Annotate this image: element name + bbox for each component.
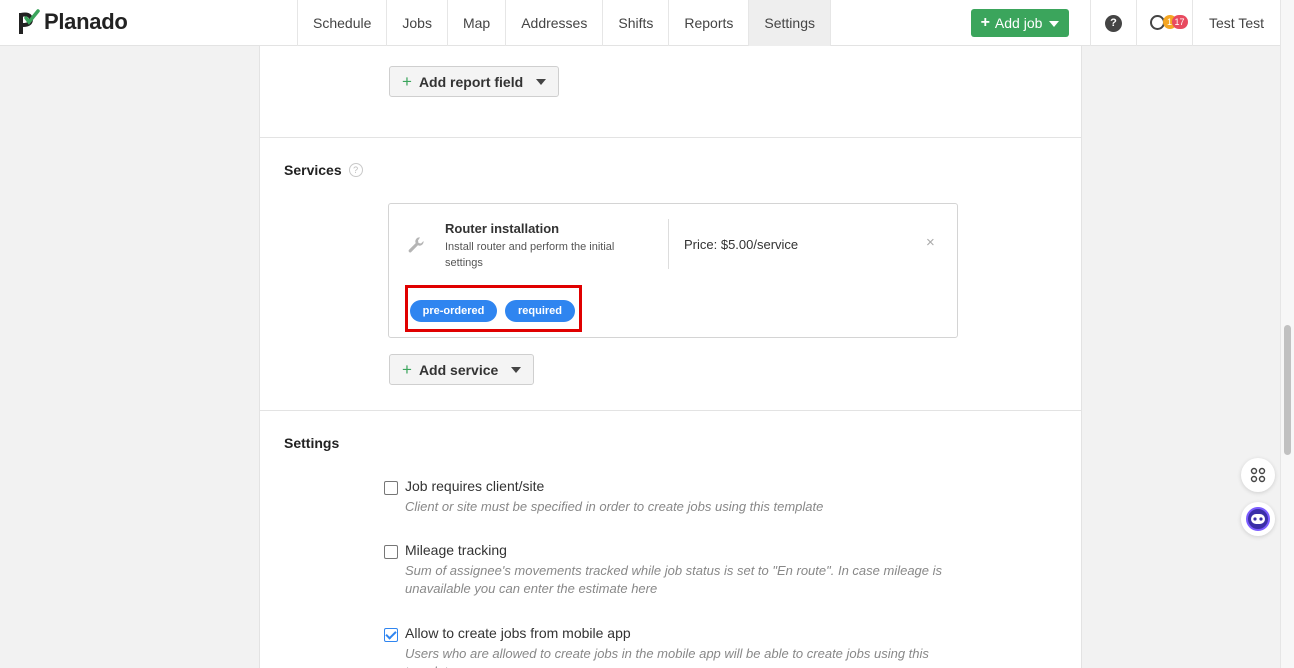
scrollbar-thumb[interactable] xyxy=(1284,325,1291,455)
service-card: Router installation Install router and p… xyxy=(388,203,958,338)
nav-item-jobs[interactable]: Jobs xyxy=(386,0,447,46)
notification-badge-red: 17 xyxy=(1171,15,1188,29)
logo-text: Planado xyxy=(44,9,128,34)
nav-item-settings[interactable]: Settings xyxy=(748,0,831,46)
nav-item-reports[interactable]: Reports xyxy=(668,0,748,46)
help-icon[interactable]: ? xyxy=(348,163,363,177)
services-title: Services xyxy=(284,162,342,178)
plus-icon: + xyxy=(980,14,990,31)
settings-section-title: Settings xyxy=(284,435,339,451)
chat-bot-icon xyxy=(1246,507,1270,531)
service-name: Router installation xyxy=(445,221,560,236)
mileage-tracking-checkbox[interactable] xyxy=(384,545,398,559)
section-divider xyxy=(260,137,1081,138)
add-report-field-button[interactable]: + Add report field xyxy=(389,66,560,97)
nav-item-map[interactable]: Map xyxy=(446,0,505,46)
caret-down-icon xyxy=(536,78,547,85)
caret-down-icon xyxy=(1049,21,1060,27)
tag-required[interactable]: required xyxy=(505,300,575,322)
service-description: Install router and perform the initial s… xyxy=(445,241,615,269)
option-label: Job requires client/site xyxy=(405,478,545,494)
option-hint: Users who are allowed to create jobs in … xyxy=(405,646,929,668)
caret-down-icon xyxy=(511,366,522,373)
plus-icon: + xyxy=(402,360,412,379)
top-navigation: Planado Schedule Jobs Map Addresses Shif… xyxy=(0,0,1280,46)
page-scrollbar[interactable] xyxy=(1280,0,1294,668)
wrench-icon xyxy=(408,237,424,253)
add-report-field-label: Add report field xyxy=(418,73,524,90)
help-button[interactable]: ? xyxy=(1090,0,1136,46)
option-label: Mileage tracking xyxy=(405,542,507,558)
section-divider xyxy=(260,410,1081,411)
main-nav: Schedule Jobs Map Addresses Shifts Repor… xyxy=(297,0,831,46)
logo[interactable]: Planado xyxy=(18,9,128,35)
apps-widget-button[interactable] xyxy=(1241,458,1275,492)
add-job-label: Add job xyxy=(994,15,1043,31)
services-section-title: Services ? xyxy=(284,162,363,178)
option-hint: Sum of assignee's movements tracked whil… xyxy=(405,563,943,596)
option-hint: Client or site must be specified in orde… xyxy=(405,499,824,514)
user-menu[interactable]: Test Test xyxy=(1209,15,1264,31)
template-editor: + Add report field Services ? Router ins… xyxy=(259,46,1082,668)
add-service-button[interactable]: + Add service xyxy=(389,354,535,385)
apps-grid-icon xyxy=(1250,467,1266,483)
allow-mobile-jobs-checkbox[interactable] xyxy=(384,628,398,642)
nav-item-addresses[interactable]: Addresses xyxy=(505,0,602,46)
nav-item-schedule[interactable]: Schedule xyxy=(297,0,386,46)
help-icon: ? xyxy=(1105,14,1122,32)
option-label: Allow to create jobs from mobile app xyxy=(405,625,631,641)
nav-item-shifts[interactable]: Shifts xyxy=(602,0,668,46)
settings-title: Settings xyxy=(284,435,340,451)
add-job-button[interactable]: + Add job xyxy=(971,9,1069,37)
close-icon[interactable]: × xyxy=(926,234,935,251)
job-requires-client-checkbox[interactable] xyxy=(384,481,398,495)
logo-check-icon xyxy=(19,9,40,34)
notifications-button[interactable]: 1 17 xyxy=(1136,0,1193,46)
chat-widget-button[interactable] xyxy=(1241,502,1275,536)
tag-pre-ordered[interactable]: pre-ordered xyxy=(410,300,497,322)
service-separator xyxy=(668,219,669,269)
add-service-label: Add service xyxy=(418,361,499,378)
service-price: Price: $5.00/service xyxy=(684,237,799,252)
plus-icon: + xyxy=(402,72,412,91)
